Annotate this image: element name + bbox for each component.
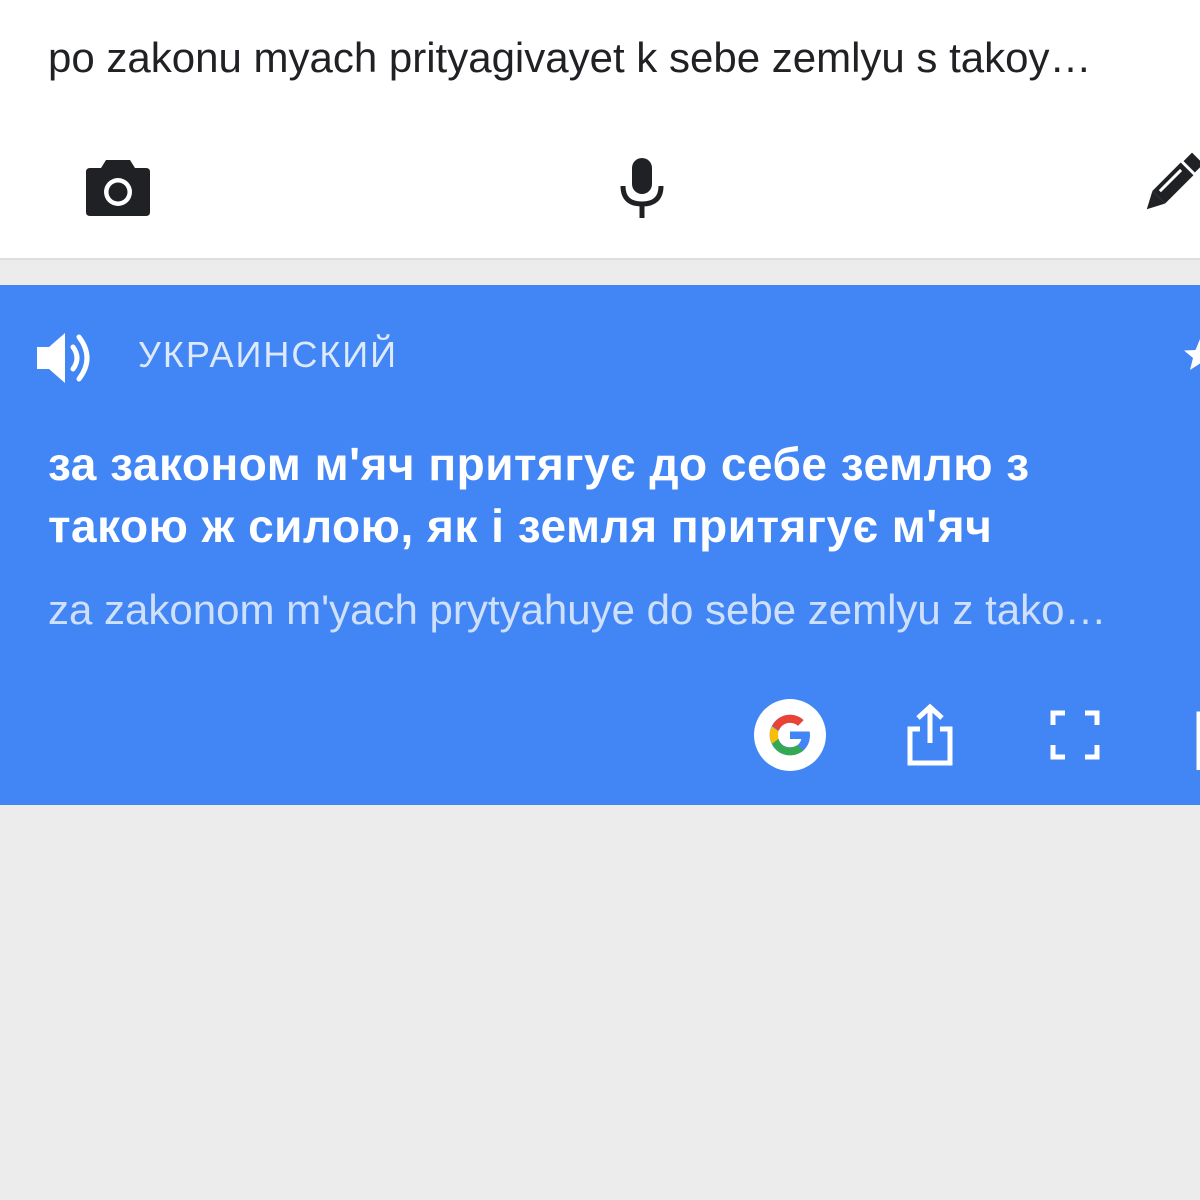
translation-text[interactable]: за законом м'яч притягує до себе землю з… [48, 433, 1158, 557]
copy-icon [1196, 711, 1200, 770]
transliteration-text: za zakonom m'yach prytyahuye do sebe zem… [48, 586, 1107, 633]
camera-icon [86, 160, 150, 216]
translate-screen: po zakonu myach prityagivayet k sebe zem… [0, 0, 1200, 1200]
google-icon [769, 714, 810, 756]
speaker-icon [37, 333, 90, 383]
fullscreen-icon [1050, 710, 1100, 760]
google-badge [754, 699, 826, 771]
microphone-button[interactable] [602, 148, 682, 228]
share-icon [907, 703, 953, 766]
input-panel: po zakonu myach prityagivayet k sebe zem… [0, 0, 1200, 260]
translation-card: УКРАИНСКИЙ за законом м'яч притягує до с… [0, 285, 1200, 805]
speaker-button[interactable] [30, 325, 102, 391]
fullscreen-button[interactable] [1035, 695, 1115, 775]
share-button[interactable] [890, 695, 970, 775]
star-button[interactable] [1180, 335, 1200, 375]
camera-button[interactable] [78, 148, 158, 228]
google-search-button[interactable] [750, 695, 830, 775]
star-icon [1184, 339, 1200, 370]
handwriting-button[interactable] [1128, 148, 1200, 228]
source-text[interactable]: po zakonu myach prityagivayet k sebe zem… [48, 30, 1200, 86]
copy-button[interactable] [1170, 695, 1200, 775]
target-language-label: УКРАИНСКИЙ [138, 334, 399, 375]
microphone-icon [620, 158, 664, 218]
pen-icon [1146, 152, 1200, 210]
